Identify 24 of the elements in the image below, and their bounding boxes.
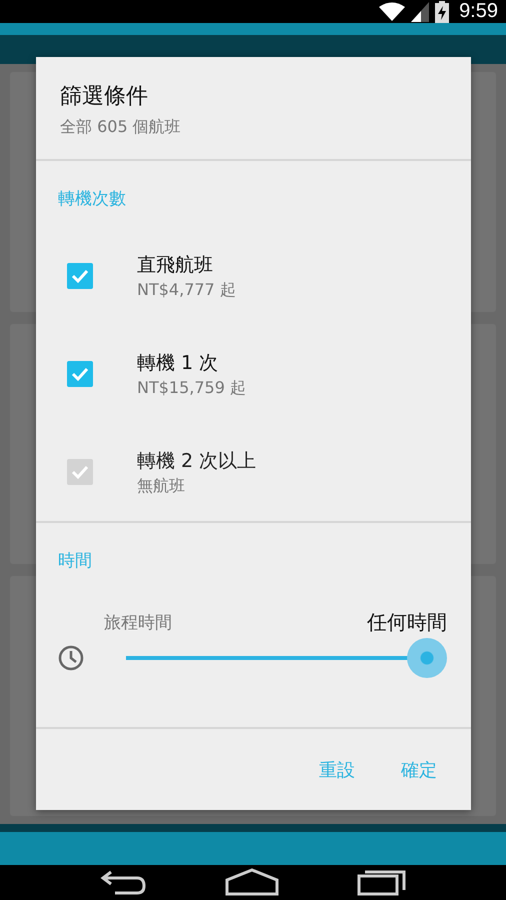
dialog-subtitle: 全部 605 個航班 bbox=[60, 117, 182, 138]
option-label: 轉機 2 次以上 bbox=[137, 448, 256, 474]
wifi-icon bbox=[379, 2, 406, 22]
option-price: NT$15,759 起 bbox=[137, 378, 246, 398]
slider-thumb[interactable] bbox=[407, 638, 447, 678]
option-price: NT$4,777 起 bbox=[137, 280, 236, 300]
confirm-button[interactable]: 確定 bbox=[387, 750, 451, 790]
option-label: 直飛航班 bbox=[137, 252, 214, 278]
home-icon[interactable] bbox=[225, 868, 279, 896]
checkbox[interactable] bbox=[67, 361, 93, 387]
dialog-title: 篩選條件 bbox=[60, 83, 149, 111]
recent-apps-icon[interactable] bbox=[357, 868, 407, 896]
clock-icon bbox=[58, 645, 84, 671]
reset-button[interactable]: 重設 bbox=[305, 750, 369, 790]
slider-value: 任何時間 bbox=[367, 609, 447, 636]
option-label: 轉機 1 次 bbox=[137, 350, 220, 376]
section-header: 時間 bbox=[57, 550, 93, 573]
clock-time: 9:59 bbox=[459, 0, 498, 23]
section-header: 轉機次數 bbox=[57, 188, 127, 211]
slider-label: 旅程時間 bbox=[104, 612, 172, 634]
checkbox[interactable] bbox=[67, 263, 93, 289]
back-icon[interactable] bbox=[99, 868, 147, 896]
option-price: 無航班 bbox=[137, 476, 186, 496]
signal-icon bbox=[411, 2, 430, 22]
